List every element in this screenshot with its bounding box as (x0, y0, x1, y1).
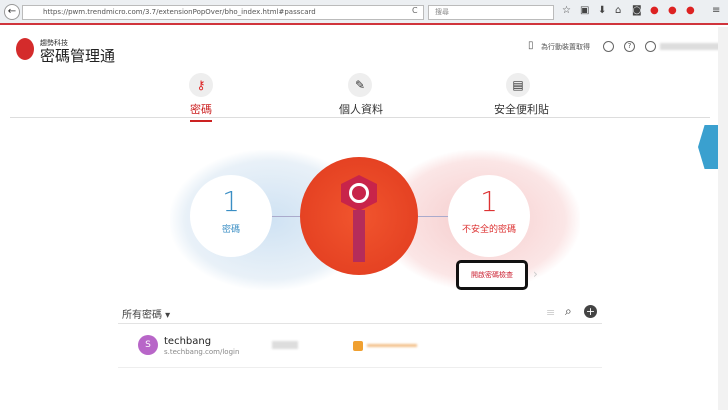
abp-icon[interactable]: ● (686, 5, 695, 16)
key-icon[interactable]: ⚷ (189, 73, 213, 97)
password-check-button[interactable]: 開啟密碼檢查 (456, 260, 528, 290)
unsafe-count-card[interactable]: 1 不安全的密碼 (448, 175, 530, 257)
row-divider (118, 367, 602, 368)
item-site[interactable]: s.techbang.com/login (164, 348, 239, 356)
avatar: S (138, 335, 158, 355)
clipboard-icon[interactable]: ▣ (580, 5, 589, 16)
key-shaft-icon (353, 210, 365, 262)
add-icon[interactable]: + (584, 305, 597, 318)
reload-button[interactable]: C (412, 6, 418, 15)
browser-toolbar: ← https://pwm.trendmicro.com/3.7/extensi… (0, 0, 728, 25)
password-filter-dropdown[interactable]: 所有密碼 ▾ (122, 306, 170, 321)
bookmark-star-icon[interactable]: ☆ (562, 5, 571, 16)
back-button[interactable]: ← (4, 4, 20, 20)
tab-secure-notes[interactable]: 安全便利貼 (494, 101, 549, 117)
password-count-card[interactable]: 1 密碼 (190, 175, 272, 257)
password-count: 1 (222, 185, 240, 218)
id-icon[interactable]: ✎ (348, 73, 372, 97)
side-cart-tab[interactable] (698, 125, 720, 169)
note-lock-icon[interactable]: ▤ (506, 73, 530, 97)
item-strength (367, 344, 417, 347)
mobile-icon: ▯ (528, 40, 534, 51)
logo-icon (16, 38, 34, 60)
browser-search-input[interactable]: 搜尋 (428, 5, 554, 20)
home-icon[interactable]: ⌂ (615, 5, 621, 16)
warning-icon (353, 341, 363, 351)
password-manager-icon[interactable]: ● (668, 5, 677, 16)
tab-personal-info[interactable]: 個人資料 (339, 101, 383, 117)
menu-icon[interactable]: ≡ (712, 5, 720, 16)
sort-icon[interactable]: ≡ (546, 306, 555, 319)
username[interactable] (660, 43, 720, 50)
help-icon[interactable]: ? (624, 41, 635, 52)
account-icon[interactable] (645, 41, 656, 52)
password-count-label: 密碼 (221, 225, 240, 235)
item-username (272, 341, 298, 349)
mobile-link[interactable]: 為行動裝置取得 (541, 42, 590, 52)
unsafe-count-label: 不安全的密碼 (461, 225, 516, 235)
download-icon[interactable]: ⬇ (598, 5, 606, 16)
tabs-divider (10, 117, 710, 118)
tab-passwords[interactable]: 密碼 (190, 101, 212, 117)
brand-title: 密碼管理通 (40, 47, 116, 65)
list-divider (118, 323, 602, 324)
search-icon[interactable]: ⌕ (565, 304, 572, 319)
chevron-right-icon[interactable]: › (533, 267, 538, 281)
scrollbar[interactable] (718, 27, 728, 410)
unsafe-count: 1 (480, 185, 498, 218)
url-bar[interactable]: https://pwm.trendmicro.com/3.7/extension… (22, 5, 424, 20)
keyhole-icon (349, 183, 369, 203)
item-name[interactable]: techbang (164, 336, 211, 347)
extension-icon[interactable]: ● (650, 5, 659, 16)
pocket-icon[interactable]: ◙ (632, 5, 642, 16)
security-icon[interactable] (603, 41, 614, 52)
